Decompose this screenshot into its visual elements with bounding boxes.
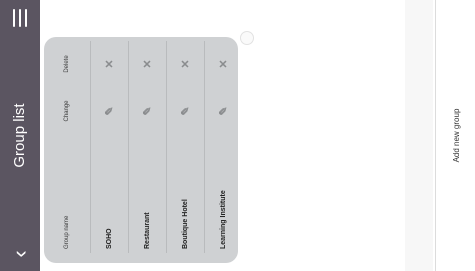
pencil-icon: ✎ — [142, 106, 154, 116]
table-header: Group name Change Delete — [44, 41, 90, 253]
scroll-indicator — [240, 31, 254, 45]
hamburger-menu-icon — [13, 9, 15, 27]
close-icon: ✕ — [142, 59, 154, 69]
column-header-group-name: Group name — [64, 215, 70, 249]
edit-button[interactable]: ✎ — [179, 87, 192, 135]
group-table: Group name Change Delete SOHO ✎ ✕ Restau… — [44, 41, 242, 253]
add-new-group-button[interactable]: Add new group — [435, 0, 475, 271]
edit-button[interactable]: ✎ — [141, 87, 154, 135]
title-bar: Group list ‹ — [0, 0, 40, 271]
table-row: Learning Institute ✎ ✕ — [204, 41, 242, 253]
group-name: Boutique Hotel — [182, 199, 189, 249]
table-row: Restaurant ✎ ✕ — [128, 41, 166, 253]
group-name: Learning Institute — [220, 190, 227, 249]
pencil-icon: ✎ — [104, 106, 116, 116]
close-icon: ✕ — [218, 59, 230, 69]
pencil-icon: ✎ — [218, 106, 230, 116]
table-row: Boutique Hotel ✎ ✕ — [166, 41, 204, 253]
group-name: SOHO — [106, 228, 113, 249]
close-icon: ✕ — [180, 59, 192, 69]
delete-button[interactable]: ✕ — [141, 41, 154, 87]
group-list-panel: Group name Change Delete SOHO ✎ ✕ Restau… — [44, 37, 242, 263]
edit-button[interactable]: ✎ — [217, 87, 230, 135]
content-spacer — [405, 0, 433, 271]
pencil-icon: ✎ — [180, 106, 192, 116]
page-title: Group list — [11, 103, 28, 168]
group-name: Restaurant — [144, 212, 151, 249]
hamburger-line — [25, 9, 27, 27]
close-icon: ✕ — [104, 59, 116, 69]
column-header-delete: Delete — [64, 55, 70, 73]
menu-button[interactable] — [8, 6, 32, 30]
back-button[interactable]: ‹ — [0, 237, 40, 271]
table-row: SOHO ✎ ✕ — [90, 41, 128, 253]
column-header-change: Change — [64, 100, 70, 122]
chevron-left-icon: ‹ — [7, 250, 32, 258]
hamburger-line — [19, 9, 21, 27]
delete-button[interactable]: ✕ — [179, 41, 192, 87]
delete-button[interactable]: ✕ — [103, 41, 116, 87]
delete-button[interactable]: ✕ — [217, 41, 230, 87]
edit-button[interactable]: ✎ — [103, 87, 116, 135]
app-screen: Group list ‹ Group name Change Delete SO… — [0, 0, 475, 271]
